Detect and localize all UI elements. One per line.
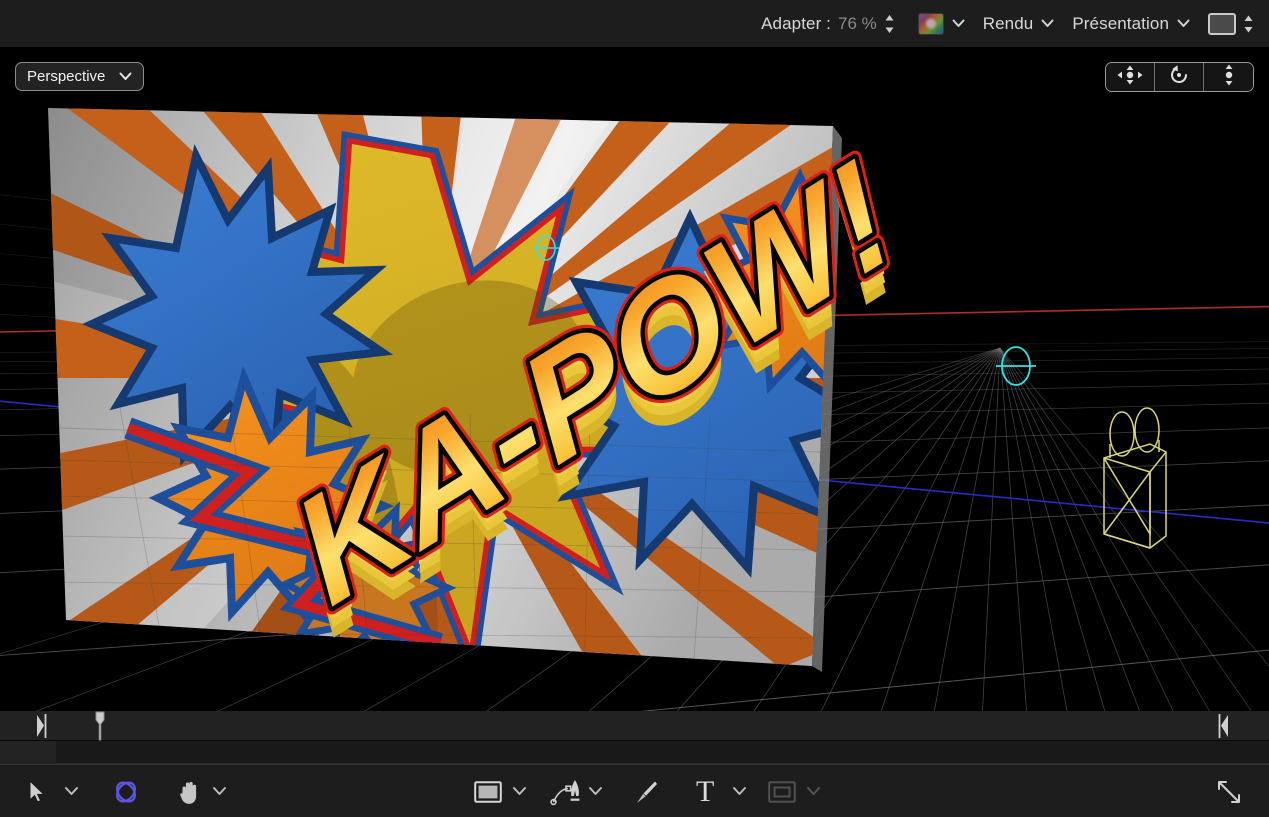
shape-tool[interactable] <box>474 765 502 817</box>
dolly-view-tool[interactable] <box>1204 63 1253 91</box>
chevron-down-icon <box>732 783 747 801</box>
resize-handle[interactable] <box>1216 765 1242 817</box>
view-navigation-tools <box>1105 62 1254 92</box>
chevron-down-icon[interactable] <box>119 68 132 85</box>
background-color-control[interactable] <box>1208 0 1255 48</box>
mask-tool[interactable] <box>768 765 796 817</box>
chevron-down-icon <box>64 783 79 801</box>
orbit-view-tool[interactable] <box>1155 63 1204 91</box>
chevron-down-icon <box>512 783 527 801</box>
paintbrush-icon <box>632 779 658 805</box>
rectangle-icon <box>474 781 502 803</box>
canvas-viewport[interactable]: KA-POW! KA-POW! KA-POW! KA-POW! KA-POW! … <box>0 48 1269 711</box>
timeline-track-header[interactable] <box>0 741 56 764</box>
pen-nib-icon <box>550 778 584 806</box>
out-point-marker[interactable] <box>1217 714 1229 743</box>
pan-view-tool[interactable] <box>1106 63 1155 91</box>
rotate-arrow-icon <box>1168 64 1190 91</box>
pan-tool[interactable] <box>176 765 202 817</box>
timeline-bar[interactable] <box>0 711 1269 764</box>
bezier-pen-tool[interactable] <box>550 765 584 817</box>
timeline-track[interactable] <box>0 741 1269 764</box>
chevron-down-icon[interactable] <box>952 19 965 28</box>
orbit-3d-icon <box>110 776 142 808</box>
select-tool-chevron[interactable] <box>64 765 79 817</box>
diagonal-resize-icon <box>1216 779 1242 805</box>
chevron-down-icon <box>806 783 821 801</box>
stepper-updown-icon[interactable] <box>1242 11 1255 37</box>
chevron-down-icon <box>588 783 603 801</box>
hand-icon <box>176 779 202 805</box>
view-menu-label: Présentation <box>1072 14 1169 34</box>
shape-tool-chevron[interactable] <box>512 765 527 817</box>
timeline-ruler[interactable] <box>0 711 1269 741</box>
bezier-pen-tool-chevron[interactable] <box>588 765 603 817</box>
render-menu[interactable]: Rendu <box>983 0 1055 48</box>
text-tool-chevron[interactable] <box>732 765 747 817</box>
motion-app-window: Adapter : 76 % Rendu Présentation <box>0 0 1269 817</box>
camera-view-menu[interactable]: Perspective <box>15 62 144 91</box>
up-down-arrows-icon <box>1221 64 1237 91</box>
arrow-cursor-icon <box>28 780 46 804</box>
mask-tool-chevron[interactable] <box>806 765 821 817</box>
mask-rectangle-icon <box>768 781 796 803</box>
camera-view-label: Perspective <box>27 68 105 85</box>
pan-tool-chevron[interactable] <box>212 765 227 817</box>
chevron-down-icon[interactable] <box>1041 19 1054 28</box>
color-picker-control[interactable] <box>918 0 965 48</box>
text-tool[interactable]: T <box>696 765 714 817</box>
text-t-icon: T <box>696 777 714 807</box>
bottom-toolbar: T <box>0 764 1269 817</box>
zoom-value[interactable]: 76 % <box>838 14 877 34</box>
transform-3d-tool[interactable] <box>110 765 142 817</box>
stepper-updown-icon[interactable] <box>883 11 896 37</box>
background-color-icon[interactable] <box>1208 13 1236 35</box>
render-menu-label: Rendu <box>983 14 1034 34</box>
color-gradient-icon[interactable] <box>918 13 944 35</box>
paint-tool[interactable] <box>632 765 658 817</box>
top-toolbar: Adapter : 76 % Rendu Présentation <box>0 0 1269 48</box>
chevron-down-icon[interactable] <box>1177 19 1190 28</box>
view-presentation-menu[interactable]: Présentation <box>1072 0 1190 48</box>
select-tool[interactable] <box>28 765 46 817</box>
zoom-fit-control[interactable]: Adapter : 76 % <box>761 0 896 48</box>
fit-label: Adapter : <box>761 14 831 34</box>
in-point-marker[interactable] <box>36 714 48 743</box>
chevron-down-icon <box>212 783 227 801</box>
3d-scene-render: KA-POW! KA-POW! KA-POW! KA-POW! KA-POW! … <box>0 48 1269 711</box>
four-way-arrows-icon <box>1117 65 1143 90</box>
